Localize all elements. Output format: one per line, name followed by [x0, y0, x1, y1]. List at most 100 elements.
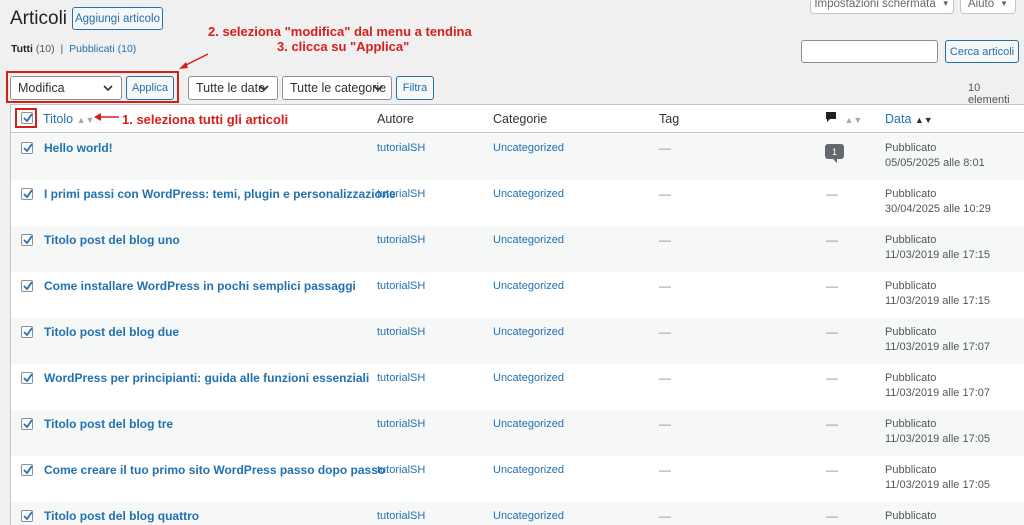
filter-all-count: (10) — [35, 43, 55, 55]
filter-all-link[interactable]: Tutti — [11, 43, 33, 55]
row-checkbox[interactable] — [21, 326, 33, 338]
checkmark-icon — [23, 465, 33, 475]
category-filter-select[interactable]: Tutte le categorie — [282, 76, 392, 100]
add-new-post-button[interactable]: Aggiungi articolo — [72, 7, 163, 30]
post-date: Pubblicato 11/03/2019 alle 17:07 — [885, 325, 990, 355]
post-category-link[interactable]: Uncategorized — [493, 280, 564, 292]
row-checkbox[interactable] — [21, 418, 33, 430]
post-date: Pubblicato 11/03/2019 alle 17:15 — [885, 279, 990, 309]
post-title-link[interactable]: Titolo post del blog quattro — [44, 509, 199, 523]
annotation-highlight-box — [15, 108, 37, 128]
post-author-link[interactable]: tutorialSH — [377, 418, 425, 430]
column-date-header[interactable]: Data ▲▼ — [885, 112, 933, 126]
screen-options-button[interactable]: Impostazioni schermata ▼ — [810, 0, 954, 14]
post-title-link[interactable]: Titolo post del blog uno — [44, 233, 180, 247]
post-title-link[interactable]: Titolo post del blog tre — [44, 417, 173, 431]
column-date-label: Data — [885, 112, 912, 126]
table-row: I primi passi con WordPress: temi, plugi… — [11, 180, 1024, 226]
post-status: Pubblicato — [885, 188, 937, 200]
post-title-link[interactable]: Hello world! — [44, 141, 113, 155]
column-title-label: Titolo — [43, 112, 74, 126]
row-checkbox[interactable] — [21, 280, 33, 292]
checkmark-icon — [23, 281, 33, 291]
post-date: Pubblicato 11/03/2019 alle 17:05 — [885, 463, 990, 493]
table-row: Titolo post del blog quattro tutorialSH … — [11, 502, 1024, 525]
post-author-link[interactable]: tutorialSH — [377, 464, 425, 476]
post-category-link[interactable]: Uncategorized — [493, 372, 564, 384]
annotation-step3: 3. clicca su "Applica" — [277, 39, 410, 54]
row-checkbox[interactable] — [21, 372, 33, 384]
row-checkbox[interactable] — [21, 234, 33, 246]
row-checkbox[interactable] — [21, 464, 33, 476]
post-date-value: 30/04/2025 alle 10:29 — [885, 203, 991, 215]
status-filter-links: Tutti (10) | Pubblicati (10) — [11, 43, 136, 55]
post-author-link[interactable]: tutorialSH — [377, 188, 425, 200]
search-posts-button[interactable]: Cerca articoli — [945, 40, 1019, 63]
post-title-link[interactable]: WordPress per principianti: guida alle f… — [44, 371, 369, 385]
post-status: Pubblicato — [885, 280, 937, 292]
post-title-link[interactable]: Come installare WordPress in pochi sempl… — [44, 279, 356, 293]
search-input[interactable] — [801, 40, 938, 63]
filter-published-link[interactable]: Pubblicati — [69, 43, 115, 55]
post-title-link[interactable]: Titolo post del blog due — [44, 325, 179, 339]
column-title-header[interactable]: Titolo ▲▼ — [43, 112, 94, 126]
filter-button[interactable]: Filtra — [396, 76, 434, 100]
column-comments-header[interactable]: ▲▼ — [825, 111, 862, 126]
post-category-link[interactable]: Uncategorized — [493, 326, 564, 338]
chevron-down-icon — [259, 85, 269, 92]
table-row: Titolo post del blog tre tutorialSH Unca… — [11, 410, 1024, 456]
post-category-link[interactable]: Uncategorized — [493, 142, 564, 154]
comment-count: — — [826, 279, 838, 293]
post-date: Pubblicato 11/03/2019 alle 17:05 — [885, 417, 990, 447]
post-date-value: 11/03/2019 alle 17:15 — [885, 249, 990, 261]
caret-down-icon: ▼ — [941, 0, 950, 8]
comment-count: — — [826, 463, 838, 477]
checkmark-icon — [23, 143, 33, 153]
help-label: Aiuto — [967, 0, 995, 10]
post-date: Pubblicato 30/04/2025 alle 10:29 — [885, 187, 991, 217]
post-date: Pubblicato 05/05/2025 alle 8:01 — [885, 141, 985, 171]
post-title-link[interactable]: I primi passi con WordPress: temi, plugi… — [44, 187, 396, 201]
post-date: Pubblicato 11/03/2019 alle 17:07 — [885, 371, 990, 401]
post-status: Pubblicato — [885, 142, 937, 154]
comment-count-badge[interactable]: 1 — [825, 144, 844, 163]
post-author-link[interactable]: tutorialSH — [377, 280, 425, 292]
post-category-link[interactable]: Uncategorized — [493, 188, 564, 200]
post-date-value: 05/05/2025 alle 8:01 — [885, 157, 985, 169]
checkmark-icon — [23, 189, 33, 199]
chevron-down-icon — [373, 85, 383, 92]
column-categories-header: Categorie — [493, 112, 548, 126]
post-author-link[interactable]: tutorialSH — [377, 142, 425, 154]
checkmark-icon — [23, 511, 33, 521]
comment-count: — — [826, 371, 838, 385]
post-category-link[interactable]: Uncategorized — [493, 418, 564, 430]
post-tags: — — [659, 279, 671, 293]
caret-down-icon: ▼ — [1000, 0, 1009, 8]
apply-button[interactable]: Applica — [126, 76, 174, 100]
post-author-link[interactable]: tutorialSH — [377, 510, 425, 522]
post-category-link[interactable]: Uncategorized — [493, 234, 564, 246]
annotation-step1: 1. seleziona tutti gli articoli — [122, 112, 289, 127]
post-title-link[interactable]: Come creare il tuo primo sito WordPress … — [44, 463, 385, 477]
comment-count: — — [826, 417, 838, 431]
post-date-value: 11/03/2019 alle 17:05 — [885, 433, 990, 445]
post-status: Pubblicato — [885, 234, 937, 246]
post-author-link[interactable]: tutorialSH — [377, 372, 425, 384]
row-checkbox[interactable] — [21, 188, 33, 200]
post-category-link[interactable]: Uncategorized — [493, 510, 564, 522]
help-button[interactable]: Aiuto ▼ — [960, 0, 1016, 14]
row-checkbox[interactable] — [21, 142, 33, 154]
row-checkbox[interactable] — [21, 510, 33, 522]
post-status: Pubblicato — [885, 510, 937, 522]
post-date-value: 11/03/2019 alle 17:15 — [885, 295, 990, 307]
post-category-link[interactable]: Uncategorized — [493, 464, 564, 476]
table-row: Hello world! tutorialSH Uncategorized — … — [11, 134, 1024, 180]
comment-count: — — [826, 325, 838, 339]
post-tags: — — [659, 371, 671, 385]
post-author-link[interactable]: tutorialSH — [377, 234, 425, 246]
post-author-link[interactable]: tutorialSH — [377, 326, 425, 338]
checkmark-icon — [23, 327, 33, 337]
bulk-action-select[interactable]: Modifica — [10, 76, 122, 100]
comment-count: — — [826, 187, 838, 201]
date-filter-select[interactable]: Tutte le date — [188, 76, 278, 100]
